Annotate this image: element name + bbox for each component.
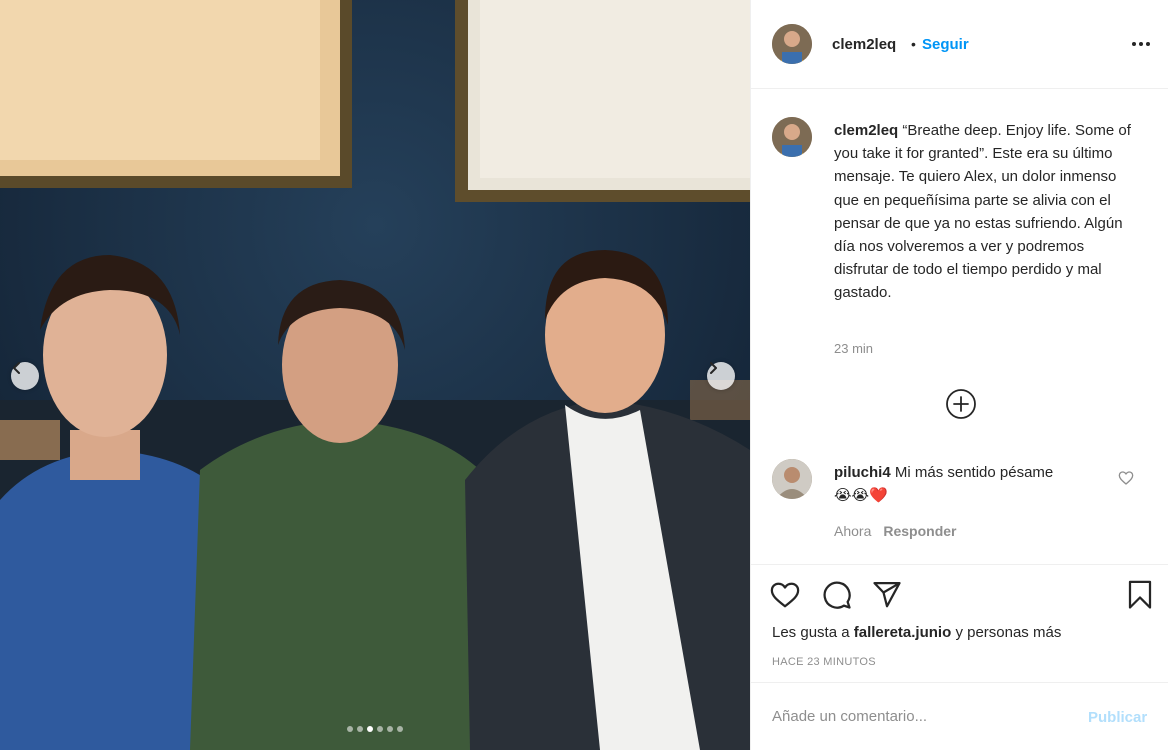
caption-avatar[interactable] xyxy=(772,117,812,157)
comment-emoji: 😭😭❤️ xyxy=(834,487,888,504)
caption-username[interactable]: clem2leq xyxy=(834,122,898,139)
plus-circle-icon xyxy=(946,389,976,419)
comment-button[interactable] xyxy=(821,579,853,611)
post-actions: Les gusta a fallereta.junio y personas m… xyxy=(751,564,1168,682)
comment-body: piluchi4 Mi más sentido pésame 😭😭❤️ xyxy=(834,461,1104,507)
carousel-dot xyxy=(347,726,353,732)
carousel-next-button[interactable] xyxy=(707,362,735,390)
comment-input[interactable] xyxy=(772,705,1072,727)
publish-button[interactable]: Publicar xyxy=(1088,709,1147,726)
save-button[interactable] xyxy=(1124,579,1156,611)
post-side-panel: clem2leq • Seguir clem2leq “Breathe deep… xyxy=(750,0,1168,750)
author-avatar[interactable] xyxy=(772,24,812,64)
bookmark-icon xyxy=(1128,580,1152,609)
post-timestamp[interactable]: HACE 23 MINUTOS xyxy=(772,656,876,668)
carousel-dot xyxy=(377,726,383,732)
heart-outline-icon xyxy=(770,582,800,608)
carousel-prev-button[interactable] xyxy=(11,362,39,390)
caption-text: “Breathe deep. Enjoy life. Some of you t… xyxy=(834,122,1131,302)
add-comment-form: Publicar xyxy=(751,682,1168,750)
chevron-right-icon xyxy=(710,362,717,374)
carousel-indicator xyxy=(0,726,750,732)
group-photo-illustration xyxy=(0,0,750,750)
post-header: clem2leq • Seguir xyxy=(751,0,1168,89)
carousel-dot xyxy=(387,726,393,732)
carousel-dot xyxy=(357,726,363,732)
comment-text: Mi más sentido pésame xyxy=(894,464,1054,481)
follow-button[interactable]: Seguir xyxy=(922,36,969,53)
carousel-dot xyxy=(367,726,373,732)
commenter-avatar[interactable] xyxy=(772,459,812,499)
header-separator: • xyxy=(911,36,916,52)
likes-user-link[interactable]: fallereta.junio xyxy=(854,624,952,641)
author-username[interactable]: clem2leq xyxy=(832,36,896,53)
commenter-username[interactable]: piluchi4 xyxy=(834,464,891,481)
likes-suffix[interactable]: y personas más xyxy=(955,624,1061,641)
comment-meta: Ahora Responder xyxy=(834,523,956,539)
share-button[interactable] xyxy=(871,579,903,611)
heart-outline-icon xyxy=(1118,471,1134,485)
comment-time: Ahora xyxy=(834,523,872,539)
more-options-button[interactable] xyxy=(1128,34,1154,54)
chevron-left-icon xyxy=(13,362,20,374)
comment-bubble-icon xyxy=(823,581,851,609)
paper-plane-icon xyxy=(873,582,901,608)
more-horizontal-icon xyxy=(1132,42,1150,46)
caption-time: 23 min xyxy=(834,341,874,356)
carousel-dot xyxy=(397,726,403,732)
likes-prefix: Les gusta a xyxy=(772,624,850,641)
comment-like-button[interactable] xyxy=(1118,470,1134,486)
post-photo xyxy=(0,0,750,750)
likes-summary: Les gusta a fallereta.junio y personas m… xyxy=(772,624,1061,641)
load-more-comments-button[interactable] xyxy=(945,388,977,420)
reply-button[interactable]: Responder xyxy=(883,523,956,539)
caption-body: clem2leq “Breathe deep. Enjoy life. Some… xyxy=(834,119,1134,305)
like-button[interactable] xyxy=(769,579,801,611)
